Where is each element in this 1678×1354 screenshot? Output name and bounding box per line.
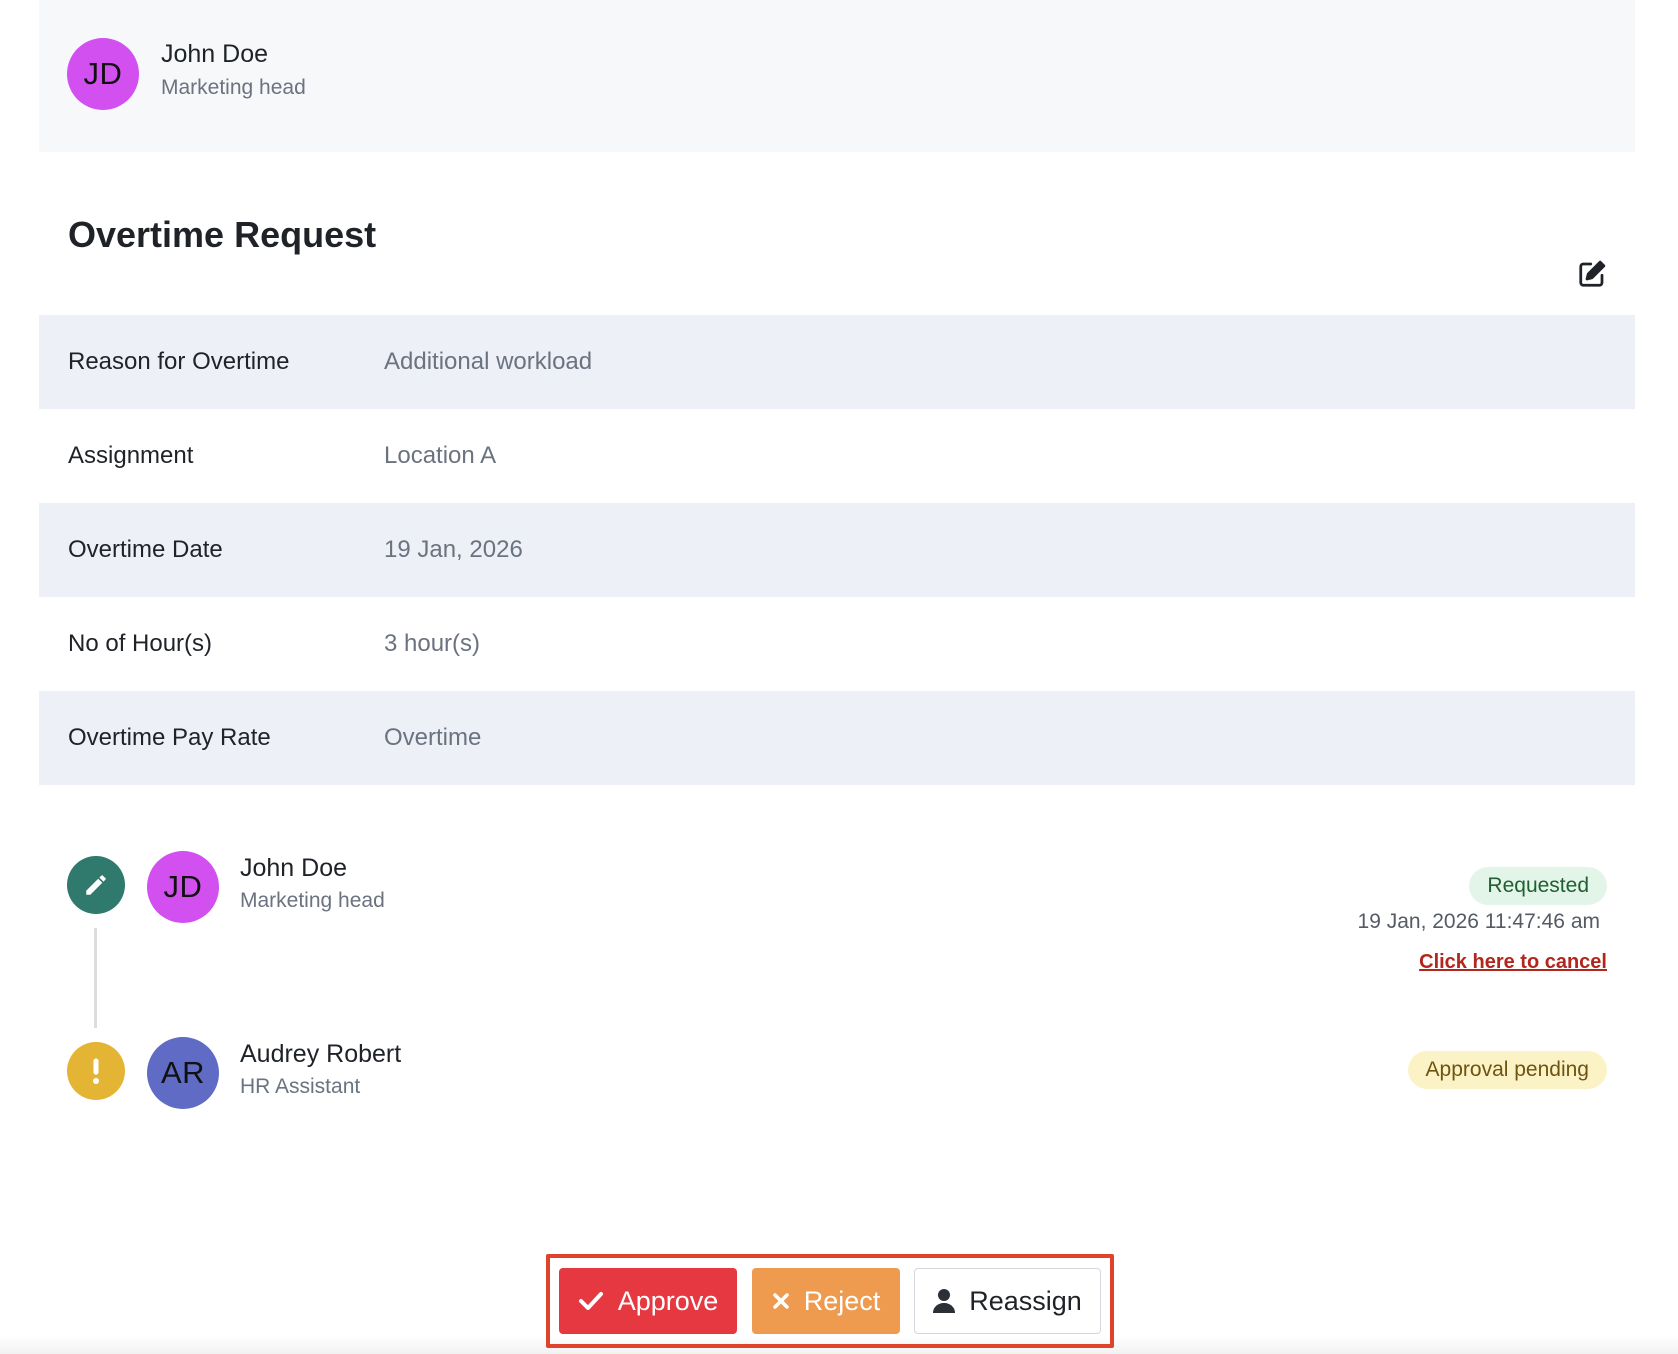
approve-label: Approve	[617, 1285, 719, 1316]
reject-button[interactable]: Reject	[752, 1268, 900, 1334]
requester-header: JD John Doe Marketing head	[39, 0, 1635, 152]
detail-row-pay-rate: Overtime Pay Rate Overtime	[39, 691, 1635, 785]
detail-label: Assignment	[68, 442, 194, 469]
pencil-icon	[67, 856, 125, 914]
requester-role: Marketing head	[161, 76, 306, 99]
detail-value: 19 Jan, 2026	[384, 536, 523, 563]
detail-value: Location A	[384, 442, 497, 469]
close-icon	[772, 1293, 789, 1309]
user-icon	[933, 1289, 956, 1313]
detail-label: Overtime Pay Rate	[68, 724, 271, 751]
reassign-button[interactable]: Reassign	[914, 1268, 1101, 1334]
detail-value: 3 hour(s)	[384, 630, 481, 657]
timeline-connector	[94, 928, 97, 1028]
requester-name: John Doe	[161, 40, 269, 68]
approval-timeline: JD John Doe Marketing head Requested 19 …	[0, 840, 1678, 1120]
request-details-table: Reason for Overtime Additional workload …	[39, 315, 1635, 785]
detail-label: Reason for Overtime	[68, 348, 290, 375]
overtime-request-page: JD John Doe Marketing head Overtime Requ…	[0, 0, 1678, 1354]
reassign-label: Reassign	[969, 1285, 1082, 1316]
approver-name: Audrey Robert	[240, 1040, 402, 1068]
avatar: JD	[147, 851, 219, 923]
detail-value: Overtime	[384, 724, 482, 751]
detail-row-hours: No of Hour(s) 3 hour(s)	[39, 597, 1635, 691]
detail-row-reason: Reason for Overtime Additional workload	[39, 315, 1635, 409]
status-badge: Requested	[1469, 867, 1607, 905]
approve-button[interactable]: Approve	[559, 1268, 737, 1334]
exclamation-icon	[67, 1042, 125, 1100]
request-timestamp: 19 Jan, 2026 11:47:46 am	[1357, 910, 1600, 933]
approver-role: HR Assistant	[240, 1075, 361, 1098]
approver-role: Marketing head	[240, 889, 385, 912]
approver-name: John Doe	[240, 854, 348, 882]
detail-value: Additional workload	[384, 348, 593, 375]
page-title: Overtime Request	[68, 214, 377, 255]
reject-label: Reject	[803, 1285, 881, 1316]
detail-row-date: Overtime Date 19 Jan, 2026	[39, 503, 1635, 597]
check-icon	[578, 1292, 603, 1310]
detail-label: Overtime Date	[68, 536, 223, 563]
edit-icon[interactable]	[1575, 257, 1609, 291]
avatar: JD	[67, 38, 139, 110]
status-badge: Approval pending	[1407, 1051, 1607, 1089]
detail-row-assignment: Assignment Location A	[39, 409, 1635, 503]
cancel-request-link[interactable]: Click here to cancel	[1419, 951, 1607, 974]
detail-label: No of Hour(s)	[68, 630, 213, 657]
avatar: AR	[147, 1037, 219, 1109]
